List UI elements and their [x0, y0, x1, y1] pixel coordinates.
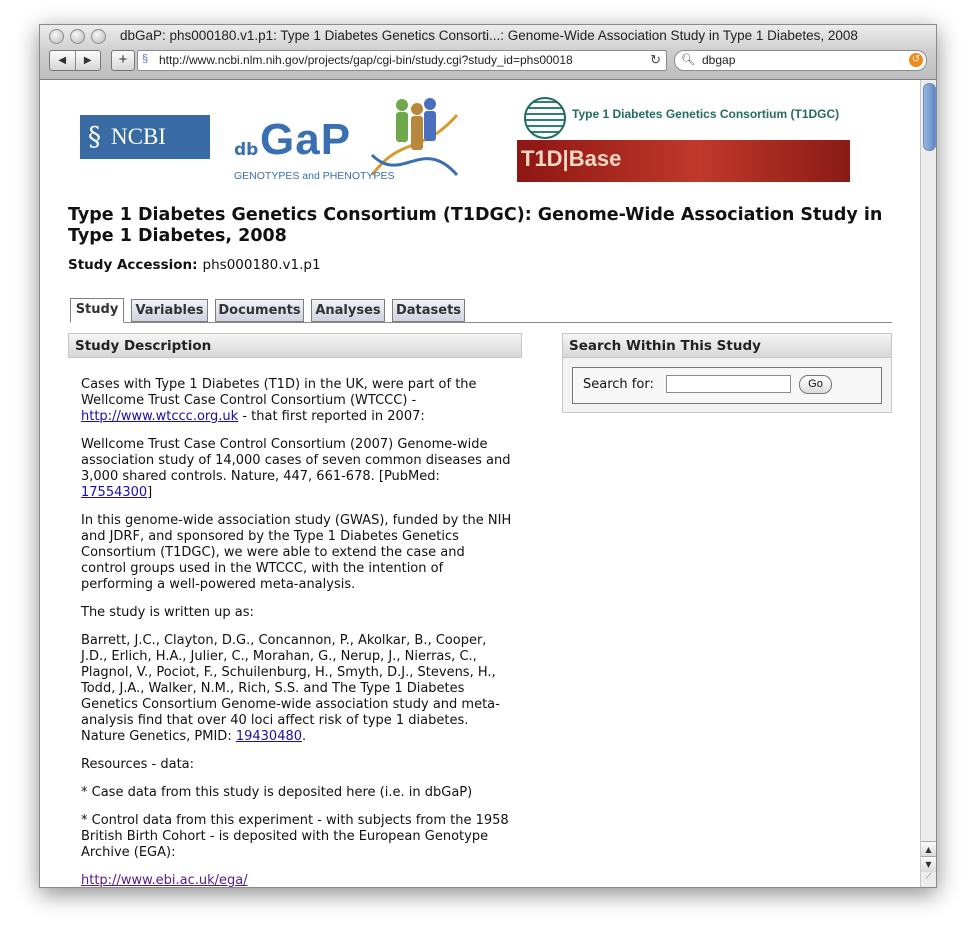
pubmed-link[interactable]: 17554300 — [81, 485, 147, 500]
url-text[interactable]: http://www.ncbi.nlm.nih.gov/projects/gap… — [159, 53, 639, 67]
pmid-link[interactable]: 19430480 — [236, 729, 302, 744]
browser-search-field[interactable]: 🔍︎ dbgap ↺ — [674, 50, 927, 71]
accession-value: phs000180.v1.p1 — [202, 257, 321, 273]
globe-icon — [524, 97, 566, 139]
tab-study[interactable]: Study — [70, 298, 124, 323]
dbgap-logo[interactable]: db GaP GENOTYPES and PHENOTYPES — [232, 95, 462, 183]
ncbi-helix-icon: § — [88, 122, 101, 152]
tab-datasets[interactable]: Datasets — [392, 299, 465, 322]
vertical-scrollbar[interactable]: ▲ ▼ ⟋ — [920, 80, 936, 887]
add-bookmark-button[interactable]: + — [111, 50, 135, 71]
zoom-window-icon[interactable] — [91, 29, 106, 44]
description-text: ] — [147, 485, 153, 500]
title-bar: dbGaP: phs000180.v1.p1: Type 1 Diabetes … — [40, 25, 936, 80]
search-for-label: Search for: — [583, 377, 654, 392]
search-form: Search for: Go — [572, 367, 882, 404]
description-text: . — [302, 729, 307, 744]
wtccc-link[interactable]: http://www.wtccc.org.uk — [81, 409, 238, 424]
citation-text: Barrett, J.C., Clayton, D.G., Concannon,… — [81, 633, 500, 744]
search-within-study-heading: Search Within This Study — [562, 333, 892, 358]
back-button[interactable]: ◀ — [50, 51, 76, 70]
nav-buttons: ◀ ▶ — [49, 50, 101, 71]
description-text: Cases with Type 1 Diabetes (T1D) in the … — [81, 377, 477, 408]
description-paragraph: * Control data from this experiment - wi… — [81, 813, 509, 860]
ega-link[interactable]: http://www.ebi.ac.uk/ega/ — [81, 873, 248, 887]
study-search-input[interactable] — [666, 375, 791, 393]
forward-button[interactable]: ▶ — [76, 51, 101, 70]
description-paragraph: * Case data from this study is deposited… — [81, 785, 473, 800]
go-button[interactable]: Go — [799, 375, 832, 394]
t1dbase-banner[interactable]: T1D|Base — [517, 140, 850, 182]
study-description: Cases with Type 1 Diabetes (T1D) in the … — [81, 377, 513, 887]
description-paragraph: The study is written up as: — [81, 605, 254, 620]
t1dgc-logo[interactable]: Type 1 Diabetes Genetics Consortium (T1D… — [524, 95, 864, 139]
ncbi-logo[interactable]: § NCBI — [80, 115, 210, 159]
tab-variables[interactable]: Variables — [131, 299, 208, 322]
search-query[interactable]: dbgap — [702, 53, 735, 67]
tab-bar: Study Variables Documents Analyses Datas… — [70, 298, 892, 323]
study-accession: Study Accession: phs000180.v1.p1 — [68, 257, 321, 273]
scroll-up-arrow-icon[interactable]: ▲ — [921, 841, 936, 857]
search-within-study-panel: Search Within This Study Search for: Go — [562, 333, 892, 413]
browser-window: dbGaP: phs000180.v1.p1: Type 1 Diabetes … — [39, 24, 937, 888]
t1dgc-name: Type 1 Diabetes Genetics Consortium (T1D… — [572, 107, 840, 121]
resize-grip-icon[interactable]: ⟋ — [922, 872, 935, 885]
page-title: Type 1 Diabetes Genetics Consortium (T1D… — [68, 205, 883, 246]
description-paragraph: Resources - data: — [81, 757, 195, 772]
window-title: dbGaP: phs000180.v1.p1: Type 1 Diabetes … — [120, 28, 858, 43]
dbgap-logo-gap: GaP — [260, 115, 352, 164]
ncbi-favicon-icon: § — [142, 53, 149, 65]
t1dbase-text: T1D|Base — [521, 146, 622, 171]
description-paragraph: Cases with Type 1 Diabetes (T1D) in the … — [81, 377, 513, 425]
description-text: - that first reported in 2007: — [238, 409, 425, 424]
scrollbar-thumb[interactable] — [923, 83, 936, 151]
ncbi-logo-text: NCBI — [111, 124, 166, 149]
reload-icon[interactable]: ↻ — [650, 52, 661, 68]
minimize-window-icon[interactable] — [70, 29, 85, 44]
tab-documents[interactable]: Documents — [215, 299, 304, 322]
description-paragraph: In this genome-wide association study (G… — [81, 513, 512, 592]
page-content: § NCBI db GaP GENOTYPES and PHENOTYPES T… — [40, 80, 920, 887]
description-paragraph: Wellcome Trust Case Control Consortium (… — [81, 437, 513, 501]
search-icon: 🔍︎ — [681, 54, 695, 66]
snapback-icon[interactable]: ↺ — [909, 53, 923, 67]
description-paragraph: Barrett, J.C., Clayton, D.G., Concannon,… — [81, 633, 513, 745]
dbgap-logo-db: db — [234, 140, 259, 160]
scroll-down-arrow-icon[interactable]: ▼ — [921, 856, 936, 872]
address-bar[interactable]: § http://www.ncbi.nlm.nih.gov/projects/g… — [137, 50, 667, 71]
study-description-heading: Study Description — [68, 333, 522, 358]
tab-analyses[interactable]: Analyses — [311, 299, 385, 322]
description-text: Wellcome Trust Case Control Consortium (… — [81, 437, 511, 484]
dbgap-tagline: GENOTYPES and PHENOTYPES — [234, 170, 395, 182]
accession-label: Study Accession: — [68, 257, 198, 273]
close-window-icon[interactable] — [49, 29, 64, 44]
description-paragraph: http://www.ebi.ac.uk/ega/ — [81, 873, 513, 887]
